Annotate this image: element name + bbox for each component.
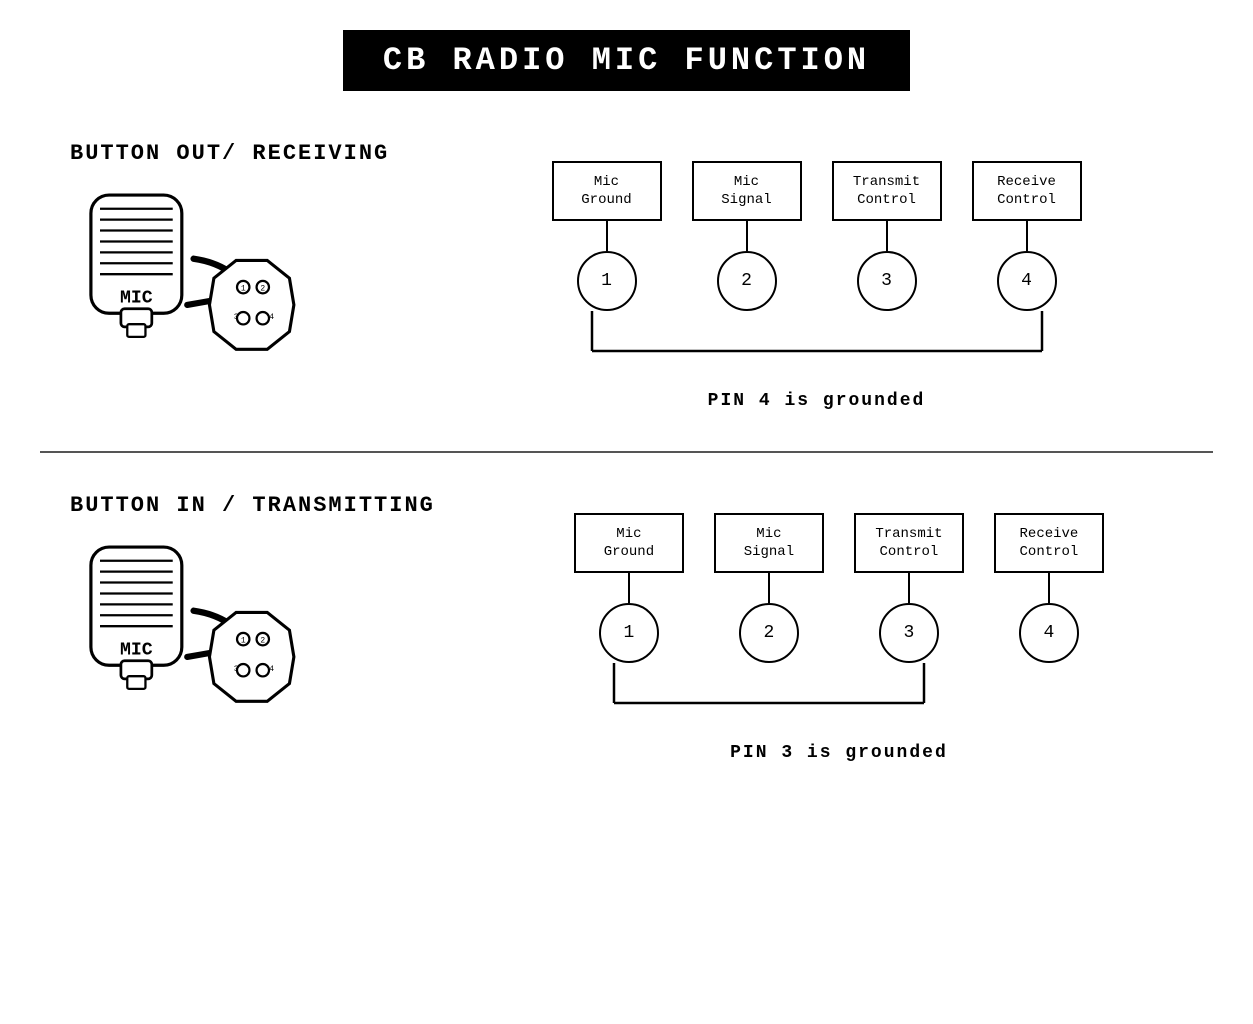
s2-vline3 [854, 573, 964, 603]
section2-pin1-wrapper: 1 [574, 603, 684, 663]
section2-pin4-circle: 4 [1019, 603, 1079, 663]
section1-pin4-wrapper: 4 [972, 251, 1082, 311]
s2-vline1 [574, 573, 684, 603]
section-1: BUTTON OUT/ RECEIVING MIC [40, 131, 1213, 441]
section2-pin3-wrapper: 3 [854, 603, 964, 663]
s2-vline2 [714, 573, 824, 603]
svg-text:2: 2 [260, 285, 265, 294]
svg-text:4: 4 [269, 313, 274, 322]
section2-pin1-label: MicGround [574, 513, 684, 573]
section1-ground-note: PIN 4 is grounded [708, 391, 926, 411]
section1-pin1-circle: 1 [577, 251, 637, 311]
s2-vline4 [994, 573, 1104, 603]
svg-text:2: 2 [260, 637, 265, 646]
svg-text:MIC: MIC [120, 288, 153, 308]
section1-pin2-label: MicSignal [692, 161, 802, 221]
section2-pin3-circle: 3 [879, 603, 939, 663]
section1-left: BUTTON OUT/ RECEIVING MIC [70, 141, 390, 386]
section2-pin4-wrapper: 4 [994, 603, 1104, 663]
section2-pin2-label: MicSignal [714, 513, 824, 573]
section1-pin-diagram: MicGround MicSignal TransmitControl Rece… [450, 161, 1183, 411]
section2-pin-diagram: MicGround MicSignal TransmitControl Rece… [495, 513, 1183, 763]
section1-vlines [552, 221, 1082, 251]
section1-pin2-wrapper: 2 [692, 251, 802, 311]
section2-vlines [574, 573, 1104, 603]
section2-right: MicGround MicSignal TransmitControl Rece… [495, 493, 1183, 763]
vline4 [972, 221, 1082, 251]
connector-svg-2: 1 2 3 4 [180, 568, 310, 728]
connector-svg-1: 1 2 3 4 [180, 216, 310, 376]
section1-mic-diagram: MIC 1 2 3 [70, 186, 310, 386]
section2-pin-labels-row: MicGround MicSignal TransmitControl Rece… [574, 513, 1104, 573]
section2-pin2-wrapper: 2 [714, 603, 824, 663]
section2-circles-row: 1 2 3 4 [574, 603, 1104, 663]
section2-ground-note: PIN 3 is grounded [730, 743, 948, 763]
section2-pin3-label: TransmitControl [854, 513, 964, 573]
section2-pin1-circle: 1 [599, 603, 659, 663]
vline3 [832, 221, 942, 251]
section1-pin1-label: MicGround [552, 161, 662, 221]
section1-pin1-wrapper: 1 [552, 251, 662, 311]
section1-pin4-circle: 4 [997, 251, 1057, 311]
vline2 [692, 221, 802, 251]
section1-ground-svg-container [450, 311, 1183, 381]
section2-label: BUTTON IN / TRANSMITTING [70, 493, 435, 518]
section1-right: MicGround MicSignal TransmitControl Rece… [450, 141, 1183, 411]
section-divider [40, 451, 1213, 453]
section2-pin2-circle: 2 [739, 603, 799, 663]
vline1 [552, 221, 662, 251]
section1-pin-labels-row: MicGround MicSignal TransmitControl Rece… [552, 161, 1082, 221]
page-title: CB RADIO MIC FUNCTION [383, 42, 870, 79]
section2-left: BUTTON IN / TRANSMITTING MIC [70, 493, 435, 738]
section-2: BUTTON IN / TRANSMITTING MIC [40, 483, 1213, 793]
section2-ground-svg [559, 663, 1119, 733]
section2-mic-diagram: MIC 1 2 3 4 [70, 538, 310, 738]
section1-ground-svg [537, 311, 1097, 381]
section1-label: BUTTON OUT/ RECEIVING [70, 141, 389, 166]
svg-text:1: 1 [241, 285, 246, 294]
section1-pin2-circle: 2 [717, 251, 777, 311]
section2-ground-svg-container [495, 663, 1183, 733]
section1-pin3-circle: 3 [857, 251, 917, 311]
svg-text:4: 4 [269, 665, 274, 674]
section1-pin3-label: TransmitControl [832, 161, 942, 221]
section1-pin4-label: ReceiveControl [972, 161, 1082, 221]
svg-text:1: 1 [241, 637, 246, 646]
section2-pin4-label: ReceiveControl [994, 513, 1104, 573]
section1-circles-row: 1 2 3 4 [552, 251, 1082, 311]
svg-text:MIC: MIC [120, 640, 153, 660]
page-title-box: CB RADIO MIC FUNCTION [343, 30, 910, 91]
section1-pin3-wrapper: 3 [832, 251, 942, 311]
